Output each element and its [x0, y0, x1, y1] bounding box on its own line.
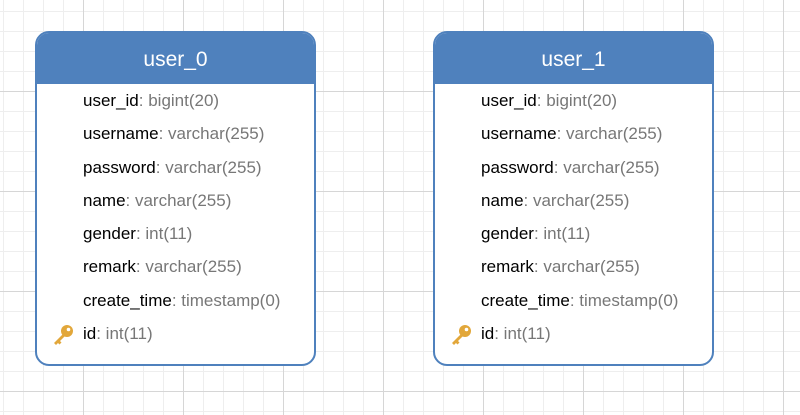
- field-row[interactable]: gender: int(11): [37, 217, 314, 250]
- field-type: : int(11): [135, 224, 193, 244]
- field-name: create_time: [481, 290, 570, 310]
- field-name: user_id: [83, 91, 139, 110]
- field-row[interactable]: create_time: timestamp(0): [37, 284, 314, 317]
- primary-key-row[interactable]: id: int(11): [37, 317, 314, 350]
- field-name: username: [83, 124, 159, 144]
- field-row[interactable]: create_time: timestamp(0): [435, 284, 712, 317]
- field-type: : varchar(255): [158, 124, 265, 144]
- field-name: username: [481, 124, 557, 144]
- field-row[interactable]: username: varchar(255): [37, 117, 314, 150]
- field-name: password: [83, 157, 156, 177]
- field-type: : varchar(255): [533, 257, 640, 277]
- field-name: user_id: [481, 91, 537, 110]
- field-name: id: [83, 324, 97, 344]
- field-row[interactable]: name: varchar(255): [37, 184, 314, 217]
- field-name: gender: [481, 224, 534, 244]
- field-row[interactable]: username: varchar(255): [435, 117, 712, 150]
- field-name: name: [83, 190, 126, 210]
- field-type: : varchar(255): [125, 190, 232, 210]
- key-icon: [450, 324, 472, 346]
- entity-table-user-0[interactable]: user_0 user_id: bigint(20) username: var…: [35, 31, 316, 366]
- field-type: : varchar(255): [523, 190, 630, 210]
- field-row[interactable]: remark: varchar(255): [37, 250, 314, 283]
- field-type: : timestamp(0): [569, 290, 679, 310]
- field-type: : bigint(20): [138, 91, 220, 110]
- field-row[interactable]: remark: varchar(255): [435, 250, 712, 283]
- field-row[interactable]: name: varchar(255): [435, 184, 712, 217]
- field-name: gender: [83, 224, 136, 244]
- field-type: : varchar(255): [556, 124, 663, 144]
- field-type: : varchar(255): [135, 257, 242, 277]
- field-type: : int(11): [494, 324, 551, 344]
- field-type: : int(11): [533, 224, 591, 244]
- field-row[interactable]: password: varchar(255): [435, 151, 712, 184]
- field-type: : timestamp(0): [171, 290, 281, 310]
- diagram-canvas: user_0 user_id: bigint(20) username: var…: [0, 0, 800, 415]
- field-name: remark: [481, 257, 534, 277]
- entity-title: user_0: [37, 33, 314, 84]
- entity-table-user-1[interactable]: user_1 user_id: bigint(20) username: var…: [433, 31, 714, 366]
- field-list: user_id: bigint(20) username: varchar(25…: [37, 84, 314, 350]
- field-type: : varchar(255): [553, 157, 660, 177]
- field-row[interactable]: user_id: bigint(20): [37, 84, 314, 117]
- field-type: : bigint(20): [536, 91, 618, 110]
- field-name: password: [481, 157, 554, 177]
- field-name: id: [481, 324, 495, 344]
- key-icon: [52, 324, 74, 346]
- field-name: create_time: [83, 290, 172, 310]
- entity-title: user_1: [435, 33, 712, 84]
- primary-key-row[interactable]: id: int(11): [435, 317, 712, 350]
- field-name: remark: [83, 257, 136, 277]
- field-type: : int(11): [96, 324, 153, 344]
- field-row[interactable]: password: varchar(255): [37, 151, 314, 184]
- field-name: name: [481, 190, 524, 210]
- field-row[interactable]: gender: int(11): [435, 217, 712, 250]
- field-type: : varchar(255): [155, 157, 262, 177]
- field-row[interactable]: user_id: bigint(20): [435, 84, 712, 117]
- field-list: user_id: bigint(20) username: varchar(25…: [435, 84, 712, 350]
